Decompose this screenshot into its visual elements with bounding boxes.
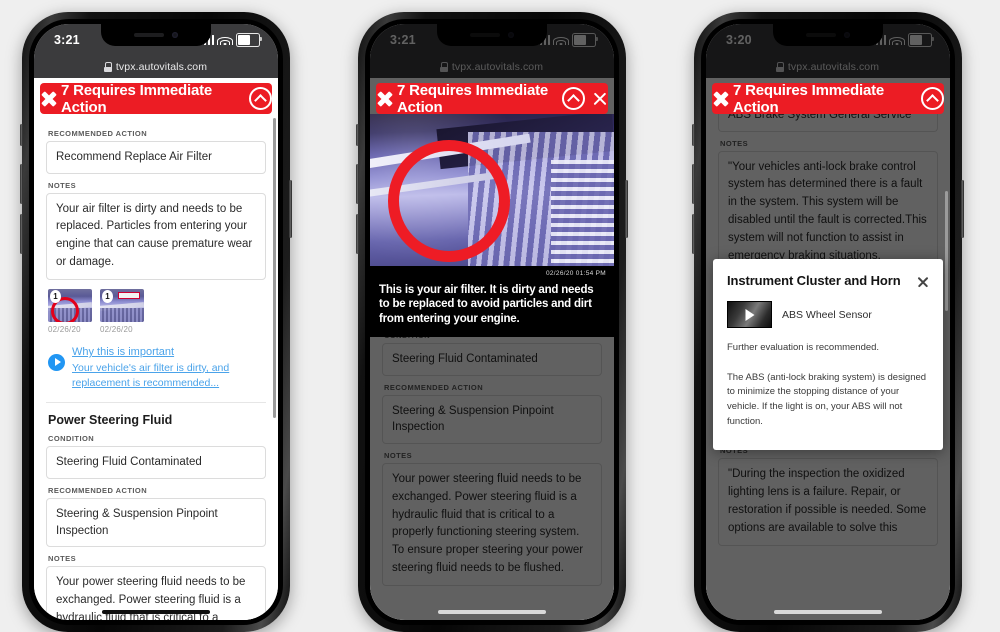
phone-bezel-2: 3:21 tvpx.autovitals.com — [365, 19, 619, 625]
notes-label: NOTES — [48, 180, 77, 190]
volume-up-button[interactable] — [20, 164, 23, 204]
photo-thumbnail-list: 1 02/26/20 1 02/26/20 — [48, 288, 266, 334]
recommended-action-label: RECOMMENDED ACTION — [48, 129, 148, 138]
photo-caption-text: This is your air filter. It is dirty and… — [379, 284, 594, 325]
red-circle-annotation-icon — [388, 140, 510, 262]
phone-device-1: 3:21 tvpx.autovitals.com 7 Requires Imme… — [20, 12, 292, 632]
chevron-up-circle-icon[interactable] — [562, 87, 585, 110]
recommended-action-value: Recommend Replace Air Filter — [46, 141, 266, 174]
volume-down-button[interactable] — [356, 214, 359, 254]
phone-device-2: 3:21 tvpx.autovitals.com — [356, 12, 628, 632]
immediate-action-label: 7 Requires Immediate Action — [733, 81, 885, 116]
recommended-action-label: RECOMMENDED ACTION — [48, 485, 148, 495]
chevron-up-circle-icon[interactable] — [249, 87, 272, 110]
why-title-link[interactable]: Why this is important — [72, 345, 266, 361]
scrollbar-thumb[interactable] — [273, 118, 276, 418]
phone-screen-2: 3:21 tvpx.autovitals.com — [370, 24, 614, 620]
home-indicator[interactable] — [102, 610, 210, 614]
phone-bezel-1: 3:21 tvpx.autovitals.com 7 Requires Imme… — [29, 19, 283, 625]
why-text-block: Why this is important Your vehicle's air… — [72, 345, 266, 391]
condition-label: CONDITION — [48, 434, 95, 444]
immediate-action-banner-3[interactable]: 7 Requires Immediate Action — [712, 81, 944, 116]
close-icon[interactable] — [916, 275, 929, 288]
scrollbar-thumb[interactable] — [945, 191, 948, 311]
video-thumbnail[interactable] — [727, 301, 772, 328]
status-bar-1: 3:21 — [34, 24, 278, 56]
mute-switch[interactable] — [356, 124, 359, 146]
thumb-badge: 1 — [50, 289, 61, 303]
front-camera-icon — [172, 32, 178, 38]
x-mark-icon — [376, 90, 393, 107]
mute-switch[interactable] — [692, 124, 695, 146]
inspection-content-1: RECOMMENDED ACTION Recommend Replace Air… — [34, 114, 278, 620]
modal-header: Instrument Cluster and Horn — [727, 273, 929, 288]
photo-thumbnail-item[interactable]: 1 02/26/20 — [100, 288, 144, 334]
immediate-action-banner-2[interactable]: 7 Requires Immediate Action — [376, 81, 608, 116]
volume-down-button[interactable] — [692, 214, 695, 254]
why-body-link[interactable]: Your vehicle's air filter is dirty, and … — [72, 361, 266, 391]
immediate-action-label: 7 Requires Immediate Action — [61, 81, 213, 116]
notch — [101, 24, 211, 46]
modal-paragraph-1: Further evaluation is recommended. — [727, 342, 880, 353]
photo-viewer-overlay: 02/26/20 01:54 PM This is your air filte… — [370, 114, 614, 338]
volume-up-button[interactable] — [356, 164, 359, 204]
x-mark-icon — [712, 90, 729, 107]
battery-icon — [236, 33, 262, 47]
mute-switch[interactable] — [20, 124, 23, 146]
x-mark-icon — [40, 90, 57, 107]
white-bar-annotation-icon — [118, 291, 140, 299]
power-button[interactable] — [289, 180, 292, 238]
photo-viewer-image[interactable] — [370, 114, 614, 266]
video-label: ABS Wheel Sensor — [782, 308, 872, 321]
wifi-icon — [217, 35, 233, 45]
photo-thumbnail-image[interactable]: 1 — [48, 288, 92, 322]
power-button[interactable] — [625, 180, 628, 238]
phone-screen-3: 3:20 tvpx.autovitals.com — [706, 24, 950, 620]
play-triangle-icon — [745, 308, 754, 321]
home-indicator[interactable] — [774, 610, 882, 614]
photo-timestamp: 02/26/20 01:54 PM — [545, 270, 606, 277]
chevron-up-circle-icon[interactable] — [921, 87, 944, 110]
phone-screen-1: 3:21 tvpx.autovitals.com 7 Requires Imme… — [34, 24, 278, 620]
modal-title: Instrument Cluster and Horn — [727, 273, 901, 288]
thumb-teeth — [100, 307, 144, 322]
section-title-power-steering-fluid: Power Steering Fluid — [48, 413, 173, 428]
power-button[interactable] — [961, 180, 964, 238]
phone-device-3: 3:20 tvpx.autovitals.com — [692, 12, 964, 632]
notes-value: Your air filter is dirty and needs to be… — [46, 192, 266, 280]
screenshot-stage: 3:21 tvpx.autovitals.com 7 Requires Imme… — [0, 0, 1000, 632]
thumb-date: 02/26/20 — [48, 324, 81, 334]
immediate-action-label: 7 Requires Immediate Action — [397, 81, 549, 116]
close-icon[interactable] — [592, 91, 608, 107]
play-circle-icon[interactable] — [48, 353, 65, 371]
photo-thumbnail-item[interactable]: 1 02/26/20 — [48, 288, 92, 334]
condition-value: Steering Fluid Contaminated — [46, 446, 266, 479]
notes-label: NOTES — [48, 554, 77, 564]
thumb-date: 02/26/20 — [100, 324, 133, 334]
volume-up-button[interactable] — [692, 164, 695, 204]
photo-teeth — [550, 159, 614, 266]
photo-thumbnail-image[interactable]: 1 — [100, 288, 144, 322]
recommended-action-value: Steering & Suspension Pinpoint Inspectio… — [46, 497, 266, 548]
url-text: tvpx.autovitals.com — [115, 61, 208, 73]
photo-caption-panel: 02/26/20 01:54 PM This is your air filte… — [370, 266, 614, 338]
earpiece-speaker — [134, 33, 164, 37]
immediate-action-banner-1[interactable]: 7 Requires Immediate Action — [40, 81, 272, 116]
why-this-is-important-row[interactable]: Why this is important Your vehicle's air… — [48, 345, 266, 391]
home-indicator[interactable] — [438, 610, 546, 614]
info-modal: Instrument Cluster and Horn ABS Wheel Se… — [713, 259, 943, 450]
lock-icon — [103, 62, 112, 72]
modal-video-row[interactable]: ABS Wheel Sensor — [727, 301, 929, 328]
modal-paragraph-2: The ABS (anti-lock braking system) is de… — [727, 371, 927, 427]
section-divider — [46, 402, 266, 404]
status-time: 3:21 — [54, 33, 80, 47]
thumb-badge: 1 — [102, 289, 113, 303]
volume-down-button[interactable] — [20, 214, 23, 254]
phone-bezel-3: 3:20 tvpx.autovitals.com — [701, 19, 955, 625]
browser-url-bar-1[interactable]: tvpx.autovitals.com — [34, 56, 278, 78]
